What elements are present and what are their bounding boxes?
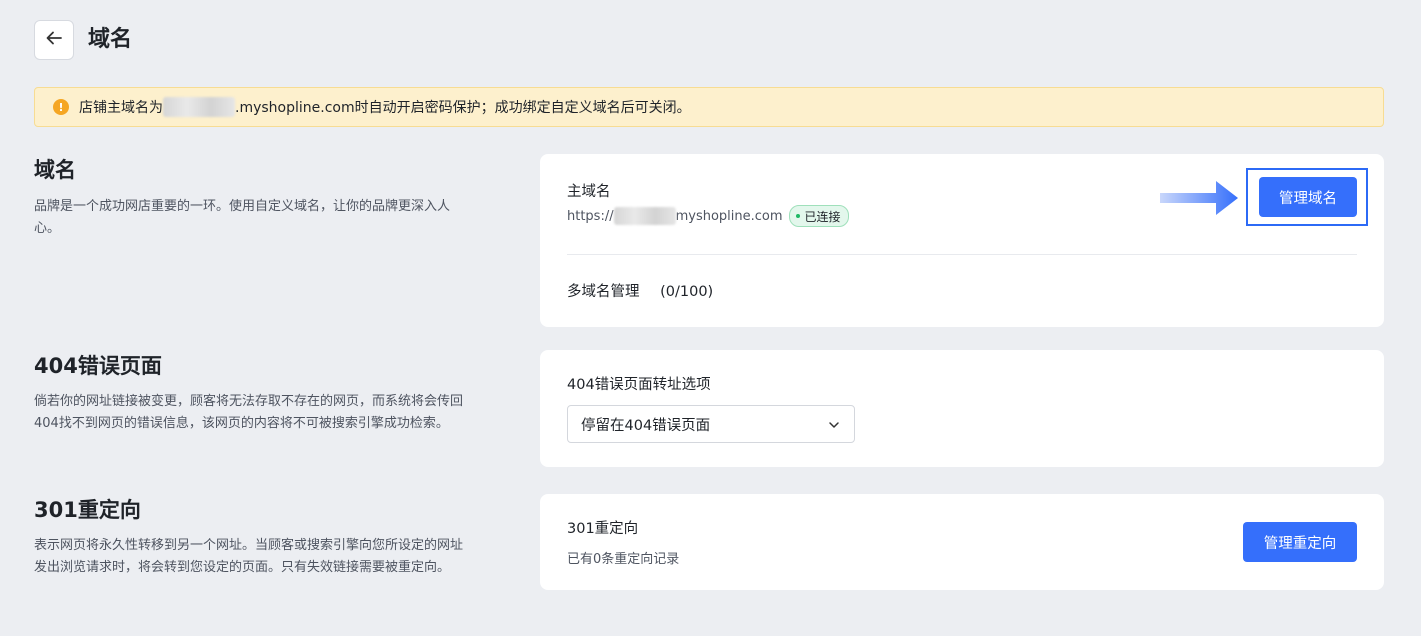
redirect-section-desc: 表示网页将永久性转移到另一个网址。当顾客或搜索引擎向您所设定的网址发出浏览请求时… bbox=[34, 538, 464, 575]
primary-domain-label: 主域名 bbox=[567, 184, 611, 200]
multi-domain-count: (0/100) bbox=[660, 284, 714, 300]
arrow-right-icon bbox=[1160, 179, 1238, 221]
manage-domain-button[interactable]: 管理域名 bbox=[1259, 177, 1357, 217]
redirect-card-title: 301重定向 bbox=[567, 521, 639, 537]
url-prefix: https:// bbox=[567, 208, 614, 224]
domain-section-title: 域名 bbox=[34, 158, 76, 182]
domain-section-desc: 品牌是一个成功网店重要的一环。使用自定义域名，让你的品牌更深入人心。 bbox=[34, 199, 451, 236]
multi-domain-text: 多域名管理 bbox=[567, 284, 640, 300]
error404-section-title: 404错误页面 bbox=[34, 354, 162, 378]
manage-redirect-button[interactable]: 管理重定向 bbox=[1243, 522, 1357, 562]
notice-text-prefix: 店铺主域名为 bbox=[79, 100, 163, 116]
error404-card: 404错误页面转址选项 停留在404错误页面 bbox=[540, 350, 1384, 467]
chevron-down-icon bbox=[828, 419, 840, 435]
back-button[interactable] bbox=[34, 20, 74, 60]
redirect-card: 301重定向 已有0条重定向记录 管理重定向 bbox=[540, 494, 1384, 590]
redirect-record-count: 已有0条重定向记录 bbox=[567, 552, 680, 567]
url-suffix: myshopline.com bbox=[675, 208, 783, 224]
status-text: 已连接 bbox=[804, 209, 841, 224]
primary-domain-url: https:// myshopline.com 已连接 bbox=[567, 205, 849, 227]
error404-section-desc: 倘若你的网址链接被变更，顾客将无法存取不存在的网页，而系统将会传回404找不到网… bbox=[34, 394, 464, 431]
error404-redirect-select[interactable]: 停留在404错误页面 bbox=[567, 405, 855, 443]
redirect-section-title: 301重定向 bbox=[34, 498, 141, 522]
password-notice-banner: ! 店铺主域名为 .myshopline.com时自动开启密码保护；成功绑定自定… bbox=[34, 87, 1384, 127]
page-title: 域名 bbox=[88, 27, 133, 52]
status-dot-icon bbox=[795, 214, 800, 218]
redacted-subdomain bbox=[613, 207, 676, 225]
status-badge: 已连接 bbox=[788, 205, 849, 227]
notice-text-suffix: .myshopline.com时自动开启密码保护；成功绑定自定义域名后可关闭。 bbox=[235, 100, 691, 116]
arrow-left-icon bbox=[44, 28, 64, 52]
error404-select-label: 404错误页面转址选项 bbox=[567, 377, 711, 393]
domain-card: 主域名 https:// myshopline.com 已连接 管理域名 多域名… bbox=[540, 154, 1384, 327]
divider bbox=[567, 254, 1357, 255]
warning-icon: ! bbox=[53, 99, 69, 115]
multi-domain-label[interactable]: 多域名管理 (0/100) bbox=[567, 280, 713, 301]
select-value: 停留在404错误页面 bbox=[581, 417, 711, 434]
redacted-store-name bbox=[163, 97, 235, 117]
